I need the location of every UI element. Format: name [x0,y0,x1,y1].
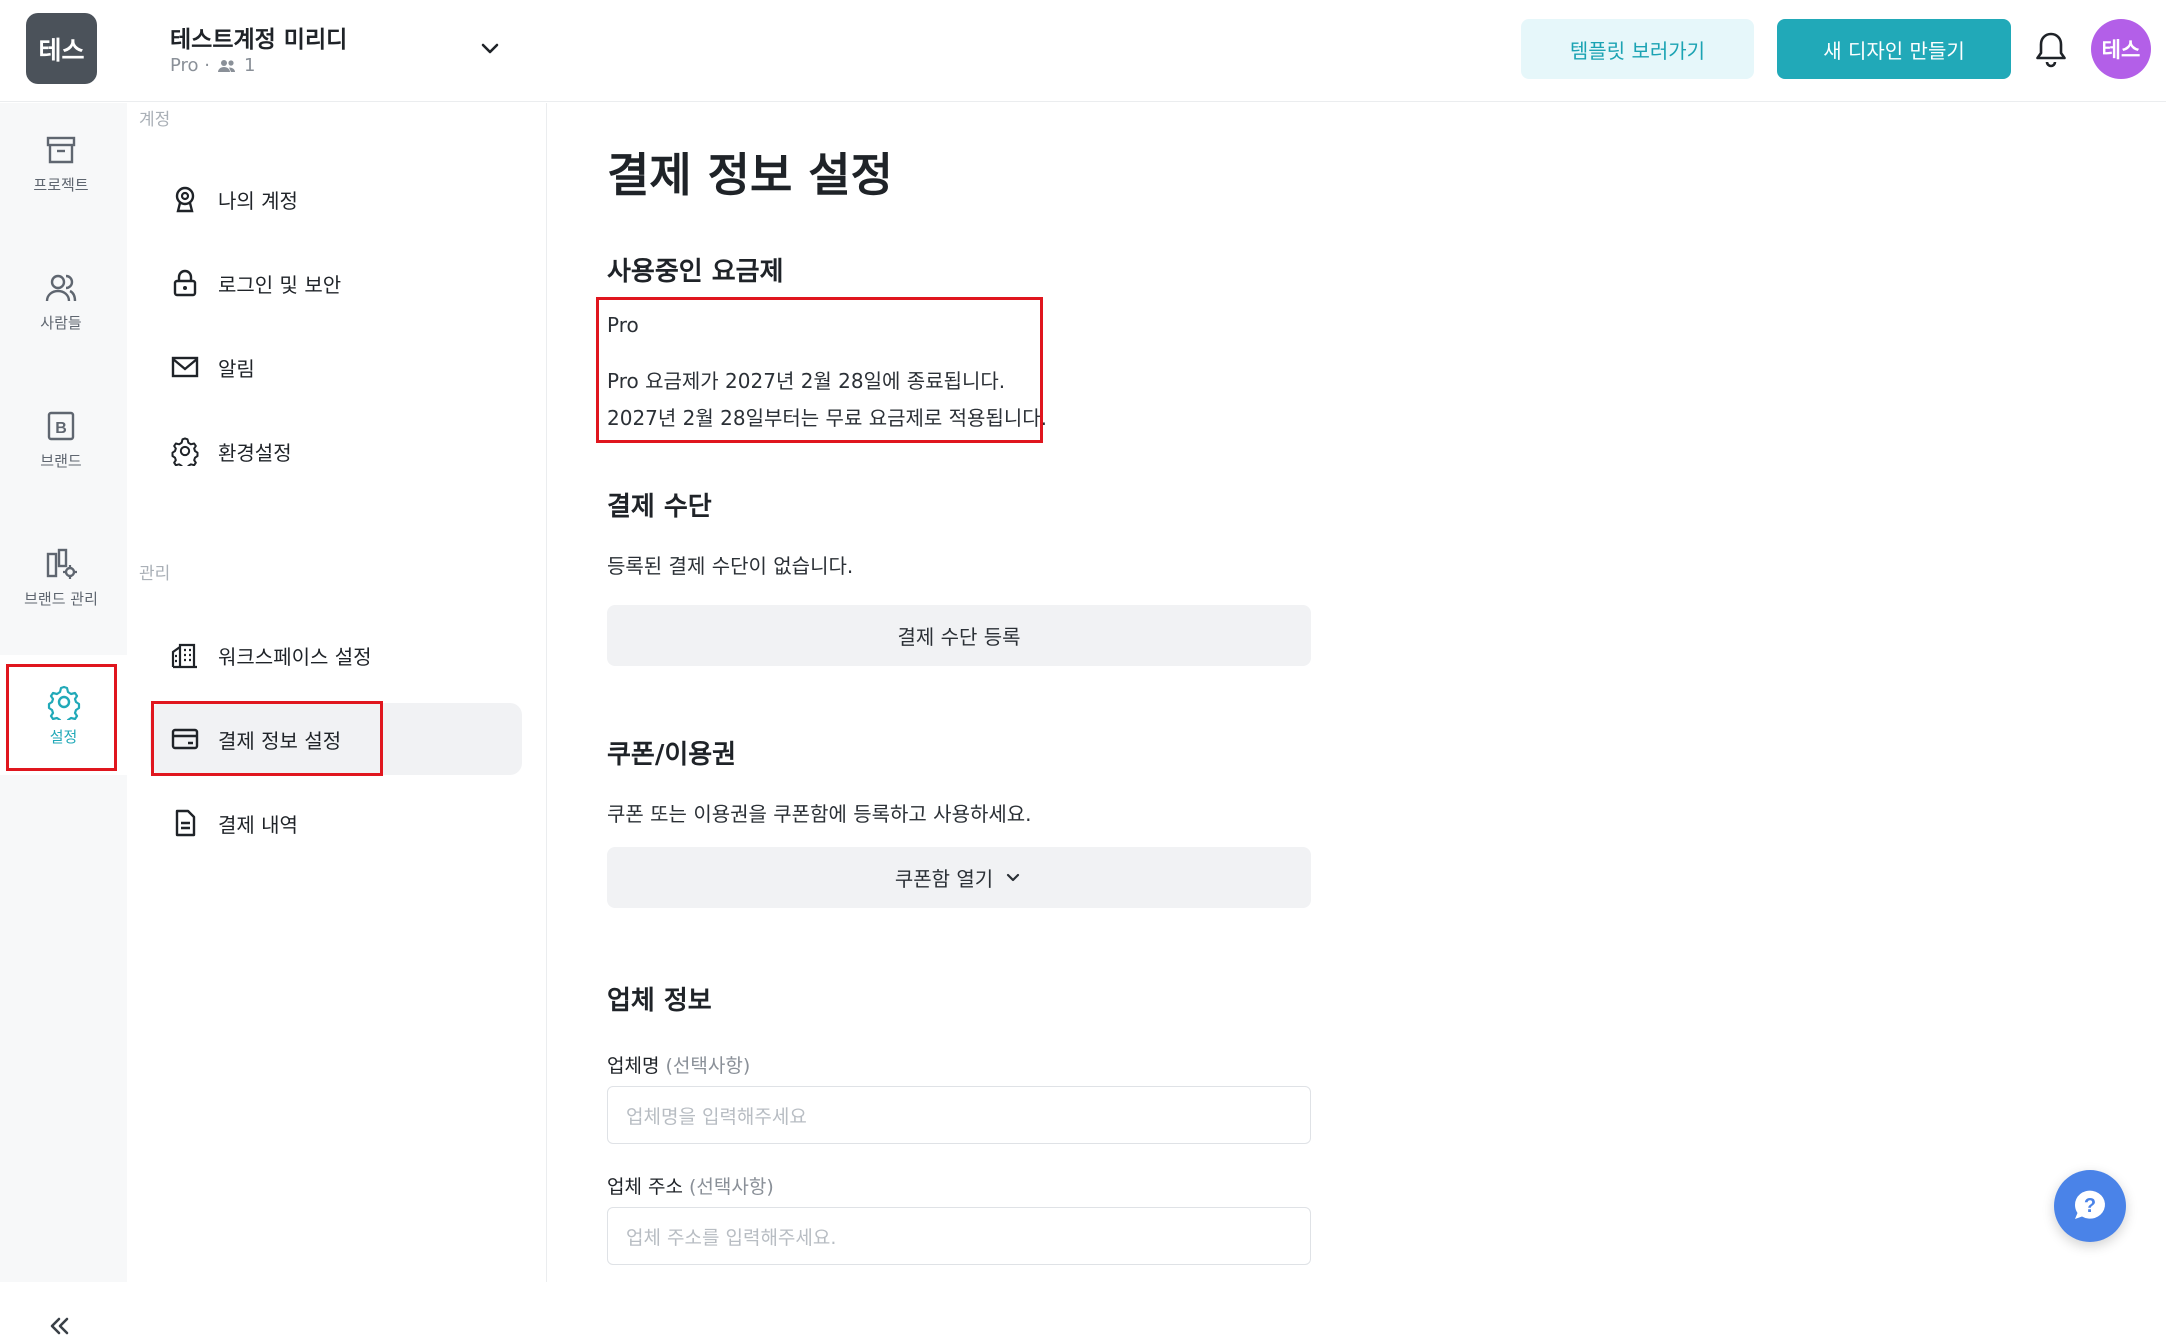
rail-label: 프로젝트 [33,175,89,194]
highlight-box [6,664,117,771]
submenu-item-payment-history[interactable]: 결제 내역 [150,787,522,859]
company-heading: 업체 정보 [607,986,712,1016]
rail-item-brand-manage[interactable]: 브랜드 관리 [0,517,122,637]
highlight-box [596,297,1043,443]
optional-text: (선택사항) [665,1055,751,1077]
workspace-logo[interactable]: 테스 [26,13,97,84]
submenu-item-my-account[interactable]: 나의 계정 [150,163,522,235]
company-name-label: 업체명 (선택사항) [607,1051,750,1078]
svg-text:B: B [55,420,67,437]
bell-icon[interactable] [2034,30,2068,68]
workspace-name[interactable]: 테스트계정 미리디 [170,20,347,54]
optional-text: (선택사항) [689,1176,774,1198]
avatar[interactable]: 테스 [2091,19,2151,79]
payment-text: 등록된 결제 수단이 없습니다. [607,554,854,578]
submenu-item-preferences[interactable]: 환경설정 [150,415,522,487]
building-icon [171,643,197,669]
rail-label: 브랜드 관리 [24,589,98,608]
page-title: 결제 정보 설정 [607,148,893,202]
brand-icon: B [47,411,75,440]
submenu-item-label: 로그인 및 보안 [218,272,342,297]
company-address-label: 업체 주소 (선택사항) [607,1172,774,1199]
archive-icon [46,136,76,163]
company-address-label-text: 업체 주소 [607,1176,683,1198]
badge-icon [175,186,195,213]
submenu-item-label: 환경설정 [218,440,292,465]
chevron-down-icon [1007,873,1020,881]
rail-item-people[interactable]: 사람들 [0,241,122,361]
document-icon [175,809,196,837]
submenu-item-workspace-settings[interactable]: 워크스페이스 설정 [150,619,522,691]
company-name-input[interactable]: 업체명을 입력해주세요 [607,1086,1311,1144]
company-name-label-text: 업체명 [607,1055,660,1077]
highlight-box [151,701,383,776]
submenu-item-label: 워크스페이스 설정 [218,644,372,669]
main-content: 결제 정보 설정 사용중인 요금제 Pro Pro 요금제가 2027년 2월 … [547,103,2166,1282]
rail-item-brand[interactable]: B 브랜드 [0,379,122,499]
rail-item-project[interactable]: 프로젝트 [0,103,122,223]
open-coupon-label: 쿠폰함 열기 [894,867,994,891]
workspace-meta: Pro · 1 [170,55,255,76]
workspace-plan: Pro · [170,55,210,76]
gear-icon [171,437,199,466]
new-design-button[interactable]: 새 디자인 만들기 [1777,19,2011,79]
rail-label: 브랜드 [40,451,82,470]
help-button[interactable]: ? [2054,1170,2126,1242]
payment-heading: 결제 수단 [607,492,712,522]
workspace-member-count: 1 [244,55,256,76]
svg-text:?: ? [2084,1195,2096,1217]
coupon-heading: 쿠폰/이용권 [607,740,737,770]
open-coupon-button[interactable]: 쿠폰함 열기 [607,847,1311,908]
brand-manage-icon [46,548,77,579]
submenu-item-label: 나의 계정 [218,188,298,213]
settings-submenu: 계정 나의 계정 로그인 및 보안 알림 환경설정 관리 워크스페이스 설정 결… [127,103,547,1282]
template-button[interactable]: 템플릿 보러가기 [1521,19,1754,79]
help-chat-icon: ? [2074,1190,2105,1219]
top-bar: 테스 테스트계정 미리디 Pro · 1 템플릿 보러가기 새 디자인 만들기 … [0,0,2166,102]
submenu-item-label: 결제 내역 [218,812,298,837]
register-payment-button[interactable]: 결제 수단 등록 [607,605,1311,666]
rail-label: 사람들 [40,313,82,332]
members-icon [218,59,235,72]
section-label-account: 계정 [139,110,171,130]
section-label-manage: 관리 [139,564,171,584]
people-icon [45,274,77,301]
collapse-icon[interactable] [44,1311,74,1341]
submenu-item-label: 알림 [218,356,255,381]
plan-heading: 사용중인 요금제 [607,257,784,287]
chevron-down-icon[interactable] [475,34,505,64]
submenu-item-login-security[interactable]: 로그인 및 보안 [150,247,522,319]
company-address-input[interactable]: 업체 주소를 입력해주세요. [607,1207,1311,1265]
submenu-item-notifications[interactable]: 알림 [150,331,522,403]
coupon-text: 쿠폰 또는 이용권을 쿠폰함에 등록하고 사용하세요. [607,802,1032,826]
mail-icon [171,356,199,378]
lock-icon [173,269,197,297]
